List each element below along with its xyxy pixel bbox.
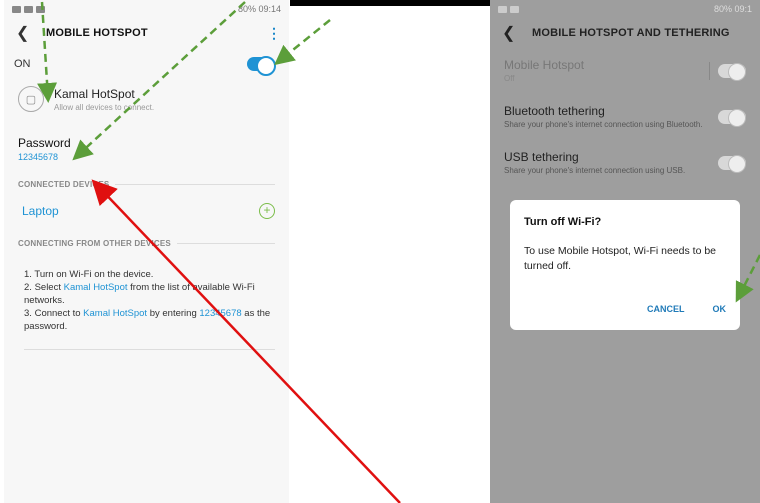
item-subtitle: Off	[504, 74, 515, 83]
connection-steps: 1. Turn on Wi-Fi on the device. 2. Selec…	[4, 254, 289, 343]
hotspot-subtitle: Allow all devices to connect.	[54, 102, 155, 112]
device-row[interactable]: Laptop +	[4, 195, 289, 229]
hotspot-toggle[interactable]	[247, 56, 276, 76]
item-title: Bluetooth tethering	[504, 104, 605, 118]
divider	[24, 349, 275, 350]
dialog-title: Turn off Wi-Fi?	[524, 216, 602, 228]
item-subtitle: Share your phone's internet connection u…	[504, 120, 703, 129]
on-label: ON	[14, 58, 31, 70]
hotspot-name-row[interactable]: ▢ Kamal HotSpot Allow all devices to con…	[4, 80, 289, 118]
device-name: Laptop	[22, 204, 59, 218]
usb-tethering-item[interactable]: USB tethering Share your phone's interne…	[490, 140, 760, 186]
password-label: Password	[18, 136, 71, 150]
notification-icon	[498, 5, 507, 13]
separator	[709, 62, 710, 80]
page-title: MOBILE HOTSPOT	[46, 27, 148, 39]
back-arrow-icon[interactable]: ❮	[16, 23, 34, 43]
connecting-header: CONNECTING FROM OTHER DEVICES	[4, 229, 289, 254]
password-value: 12345678	[18, 152, 59, 162]
back-arrow-icon[interactable]: ❮	[502, 23, 520, 43]
add-device-icon[interactable]: +	[259, 203, 275, 219]
ok-button[interactable]: OK	[713, 304, 727, 314]
notification-icon	[510, 5, 519, 13]
step-3: 3. Connect to Kamal HotSpot by entering …	[24, 308, 271, 332]
mobile-hotspot-toggle[interactable]	[718, 63, 746, 81]
status-bar: 80% 09:1	[490, 0, 760, 18]
item-title: Mobile Hotspot	[504, 58, 585, 72]
dialog-body: To use Mobile Hotspot, Wi-Fi needs to be…	[524, 245, 717, 272]
item-subtitle: Share your phone's internet connection u…	[504, 166, 686, 175]
item-title: USB tethering	[504, 150, 579, 164]
bluetooth-tethering-toggle[interactable]	[718, 109, 746, 127]
notification-icon	[36, 5, 45, 13]
app-bar: ❮ MOBILE HOTSPOT ⋮	[4, 18, 289, 48]
cancel-button[interactable]: CANCEL	[647, 304, 685, 314]
mobile-hotspot-screen: 80% 09:14 ❮ MOBILE HOTSPOT ⋮ ON ▢ Kamal …	[4, 0, 289, 503]
notification-icon	[12, 5, 21, 13]
hotspot-toggle-row[interactable]: ON	[4, 48, 289, 80]
status-bar: 80% 09:14	[4, 0, 289, 18]
more-options-icon[interactable]: ⋮	[267, 25, 281, 42]
hotspot-name: Kamal HotSpot	[54, 86, 135, 101]
step-2: 2. Select Kamal HotSpot from the list of…	[24, 282, 255, 306]
mobile-hotspot-item[interactable]: Mobile Hotspot Off	[490, 48, 760, 94]
turn-off-wifi-dialog: Turn off Wi-Fi? To use Mobile Hotspot, W…	[510, 200, 740, 330]
status-time: 80% 09:14	[237, 4, 281, 14]
notification-icon	[24, 5, 33, 13]
section-header-label: CONNECTING FROM OTHER DEVICES	[18, 239, 171, 248]
bluetooth-tethering-item[interactable]: Bluetooth tethering Share your phone's i…	[490, 94, 760, 140]
step-1: 1. Turn on Wi-Fi on the device.	[24, 269, 154, 280]
app-bar: ❮ MOBILE HOTSPOT AND TETHERING	[490, 18, 760, 48]
page-title: MOBILE HOTSPOT AND TETHERING	[532, 27, 730, 39]
password-row[interactable]: Password 12345678	[4, 118, 289, 170]
usb-tethering-toggle[interactable]	[718, 155, 746, 173]
section-header-label: CONNECTED DEVICES	[18, 180, 110, 189]
hotspot-tethering-screen: 80% 09:1 ❮ MOBILE HOTSPOT AND TETHERING …	[490, 0, 760, 503]
connected-devices-header: CONNECTED DEVICES	[4, 170, 289, 195]
status-time: 80% 09:1	[713, 4, 752, 14]
hotspot-edit-icon: ▢	[18, 86, 44, 112]
caption-fragment	[290, 0, 490, 6]
